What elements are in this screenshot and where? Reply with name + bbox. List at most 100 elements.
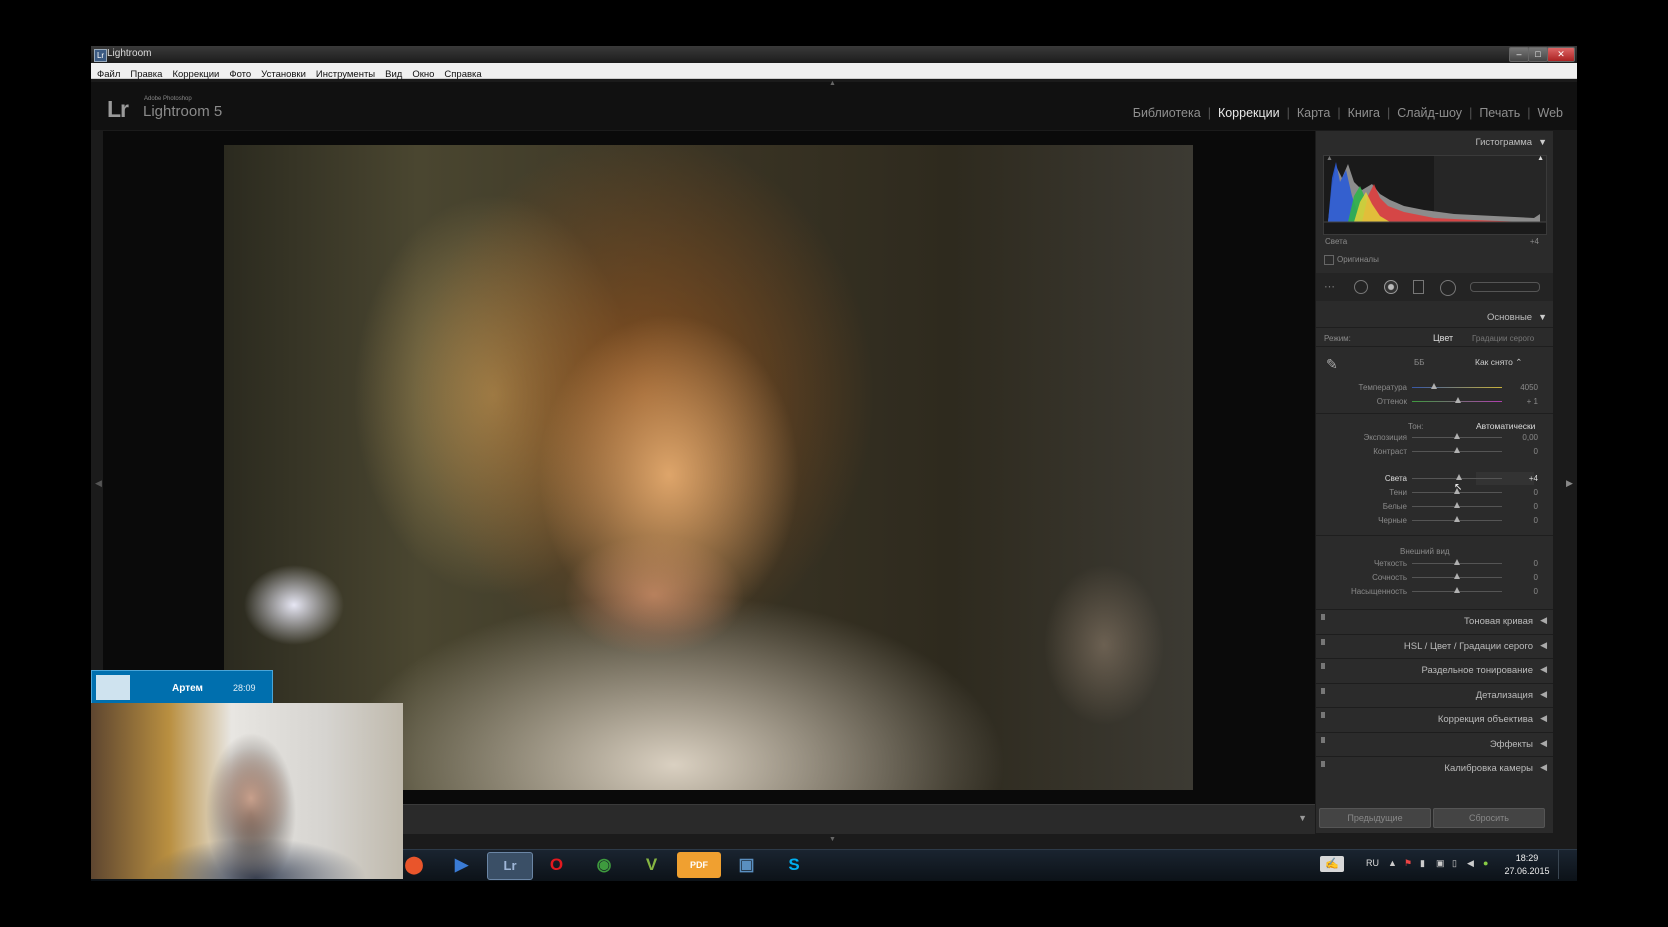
collapse-bottom-icon[interactable]: ▼ bbox=[829, 836, 836, 843]
skype-taskbar-icon[interactable]: S bbox=[772, 852, 816, 878]
slider-value[interactable]: 0 bbox=[1508, 447, 1538, 456]
temp-slider-track[interactable] bbox=[1412, 387, 1502, 388]
menu-item[interactable]: Установки bbox=[261, 69, 306, 80]
slider-thumb[interactable] bbox=[1454, 573, 1460, 579]
show-desktop-button[interactable] bbox=[1558, 850, 1577, 879]
slider-thumb[interactable] bbox=[1454, 516, 1460, 522]
collapsed-panel-header[interactable]: Эффекты ◀ bbox=[1316, 731, 1553, 755]
module-tab[interactable]: Коррекции bbox=[1211, 106, 1287, 120]
menu-item[interactable]: Файл bbox=[97, 69, 120, 80]
chrome-taskbar-icon[interactable]: ◉ bbox=[582, 852, 626, 878]
radial-filter-icon[interactable] bbox=[1440, 280, 1456, 296]
volume-icon[interactable]: ◀ bbox=[1467, 858, 1474, 869]
temp-slider-thumb[interactable] bbox=[1431, 383, 1437, 389]
spot-removal-icon[interactable] bbox=[1354, 280, 1368, 294]
panel-switch-icon[interactable] bbox=[1321, 638, 1325, 645]
temp-value[interactable]: 4050 bbox=[1508, 383, 1538, 392]
clock-time[interactable]: 18:29 bbox=[1506, 853, 1548, 863]
pdf-taskbar-icon[interactable]: PDF bbox=[677, 852, 721, 878]
module-tab[interactable]: Печать bbox=[1472, 106, 1527, 120]
media-player-taskbar-icon[interactable]: ▶ bbox=[440, 852, 484, 878]
vectorworks-taskbar-icon[interactable]: V bbox=[630, 852, 674, 878]
pen-input-icon[interactable]: ✍ bbox=[1320, 856, 1344, 872]
panel-switch-icon[interactable] bbox=[1321, 663, 1325, 669]
collapsed-panel-header[interactable]: Раздельное тонирование ◀ bbox=[1316, 658, 1553, 681]
module-tab[interactable]: Слайд-шоу bbox=[1390, 106, 1469, 120]
adjustment-brush-slider[interactable] bbox=[1470, 282, 1540, 292]
slider-thumb[interactable] bbox=[1454, 502, 1460, 508]
network-taskbar-icon[interactable]: ▣ bbox=[725, 852, 769, 878]
tray-expand-icon[interactable]: ▲ bbox=[1388, 858, 1397, 868]
menu-item[interactable]: Вид bbox=[385, 69, 402, 80]
slider-value[interactable]: 0,00 bbox=[1508, 433, 1538, 442]
basic-header[interactable]: Основные ▼ bbox=[1316, 312, 1547, 323]
action-center-icon[interactable]: ⚑ bbox=[1404, 858, 1412, 869]
module-tab[interactable]: Карта bbox=[1290, 106, 1337, 120]
slider-thumb[interactable] bbox=[1454, 447, 1460, 453]
module-tab[interactable]: Книга bbox=[1341, 106, 1387, 120]
mode-grayscale-toggle[interactable]: Градации серого bbox=[1472, 334, 1534, 343]
panel-switch-icon[interactable] bbox=[1321, 614, 1325, 620]
battery-icon[interactable]: ▯ bbox=[1452, 858, 1457, 869]
minimize-icon[interactable]: – bbox=[1509, 47, 1529, 62]
histogram-header[interactable]: Гистограмма ▼ bbox=[1316, 137, 1548, 148]
slider-thumb[interactable] bbox=[1456, 474, 1462, 480]
lightroom-taskbar-icon[interactable]: Lr bbox=[487, 852, 533, 880]
slider-value[interactable]: +4 bbox=[1508, 474, 1538, 483]
slider-thumb[interactable] bbox=[1454, 433, 1460, 439]
slider-value[interactable]: 0 bbox=[1508, 587, 1538, 596]
collapsed-panel-header[interactable]: Коррекция объектива ◀ bbox=[1316, 707, 1553, 730]
panel-switch-icon[interactable] bbox=[1321, 687, 1325, 694]
reset-button[interactable]: Сбросить bbox=[1433, 808, 1545, 828]
network-tray-icon[interactable]: ▣ bbox=[1436, 858, 1445, 869]
slider-value[interactable]: 0 bbox=[1508, 516, 1538, 525]
collapsed-panel-header[interactable]: HSL / Цвет / Градации серого ◀ bbox=[1316, 633, 1553, 657]
collapsed-panel-header[interactable]: Тоновая кривая ◀ bbox=[1316, 609, 1553, 632]
language-indicator[interactable]: RU bbox=[1366, 858, 1379, 868]
menu-item[interactable]: Коррекции bbox=[172, 69, 219, 80]
signal-icon[interactable]: ▮ bbox=[1420, 858, 1425, 869]
mode-color-toggle[interactable]: Цвет bbox=[1433, 333, 1453, 343]
highlight-clipping-icon[interactable]: ▲ bbox=[1537, 155, 1544, 162]
sync-tray-icon[interactable]: ● bbox=[1483, 858, 1488, 868]
title-bar[interactable]: Lr Lightroom – □ ✕ bbox=[91, 46, 1577, 63]
menu-item[interactable]: Фото bbox=[229, 69, 251, 80]
tint-value[interactable]: + 1 bbox=[1508, 397, 1538, 406]
auto-tone-button[interactable]: Автоматически bbox=[1476, 421, 1535, 431]
tint-slider-thumb[interactable] bbox=[1455, 397, 1461, 403]
collapsed-panel-header[interactable]: Детализация ◀ bbox=[1316, 682, 1553, 706]
collapse-top-icon[interactable]: ▲ bbox=[829, 80, 836, 87]
originals-checkbox[interactable] bbox=[1324, 255, 1334, 265]
slider-thumb[interactable] bbox=[1454, 587, 1460, 593]
slider-value[interactable]: 0 bbox=[1508, 488, 1538, 497]
crop-overlay-icon[interactable]: ⋯ bbox=[1324, 280, 1335, 293]
panel-switch-icon[interactable] bbox=[1321, 712, 1325, 718]
panel-switch-icon[interactable] bbox=[1321, 761, 1325, 767]
module-tab[interactable]: Библиотека bbox=[1126, 106, 1208, 120]
menu-item[interactable]: Правка bbox=[130, 69, 162, 80]
wb-preset-select[interactable]: Как снято ⌃ bbox=[1475, 357, 1522, 368]
left-panel-toggle-icon[interactable]: ◀ bbox=[95, 478, 102, 489]
slider-value[interactable]: 0 bbox=[1508, 502, 1538, 511]
slider-thumb[interactable] bbox=[1454, 559, 1460, 565]
close-icon[interactable]: ✕ bbox=[1547, 47, 1575, 62]
previous-button[interactable]: Предыдущие bbox=[1319, 808, 1431, 828]
toolbar-dropdown-icon[interactable]: ▼ bbox=[1298, 813, 1307, 823]
wb-eyedropper-icon[interactable]: ✎ bbox=[1326, 356, 1346, 376]
menu-item[interactable]: Окно bbox=[412, 69, 434, 80]
opera-taskbar-icon[interactable]: O bbox=[535, 852, 579, 878]
maximize-icon[interactable]: □ bbox=[1528, 47, 1548, 62]
graduated-filter-icon[interactable] bbox=[1413, 280, 1424, 294]
shadow-clipping-icon[interactable]: ▲ bbox=[1326, 155, 1333, 162]
red-eye-icon[interactable] bbox=[1384, 280, 1398, 294]
collapsed-panel-header[interactable]: Калибровка камеры ◀ bbox=[1316, 756, 1553, 779]
panel-switch-icon[interactable] bbox=[1321, 736, 1325, 743]
slider-value[interactable]: 0 bbox=[1508, 573, 1538, 582]
clock-date[interactable]: 27.06.2015 bbox=[1502, 866, 1552, 876]
module-tab[interactable]: Web bbox=[1531, 106, 1570, 120]
menu-item[interactable]: Инструменты bbox=[316, 69, 375, 80]
menu-item[interactable]: Справка bbox=[444, 69, 481, 80]
slider-value[interactable]: 0 bbox=[1508, 559, 1538, 568]
skype-call-header[interactable]: Артем 28:09 bbox=[91, 670, 273, 705]
right-panel-toggle-icon[interactable]: ▶ bbox=[1566, 478, 1573, 489]
